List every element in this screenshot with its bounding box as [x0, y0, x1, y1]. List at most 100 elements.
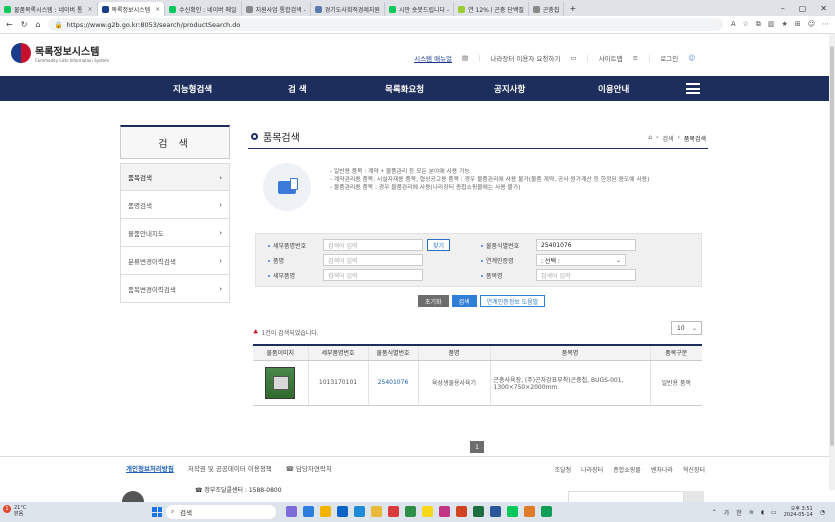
nav-search[interactable]: 검 색 [288, 83, 307, 95]
refresh-icon[interactable]: ↻ [21, 20, 28, 29]
favorites-bar-icon[interactable]: ★ [782, 20, 788, 29]
vertical-scrollbar[interactable] [829, 34, 835, 490]
related-site-link[interactable]: 종합쇼핑몰 [613, 465, 641, 474]
find-button[interactable]: 찾기 [427, 239, 450, 251]
ime-indicator[interactable]: 가 [724, 508, 730, 517]
reset-button[interactable]: 초기화 [418, 295, 449, 307]
app-icon[interactable] [439, 506, 450, 517]
close-icon[interactable]: × [155, 6, 160, 13]
sidebar-item-item-search[interactable]: 품목검색 › [120, 163, 230, 191]
menu-icon[interactable] [686, 83, 700, 94]
browser-tab[interactable]: 경기도사회적경제지원 [311, 2, 385, 16]
app-icon[interactable] [337, 506, 348, 517]
link-cert-select[interactable]: : 선택 : ⌄ [536, 254, 626, 266]
app-icon[interactable] [303, 506, 314, 517]
more-icon[interactable]: ⋯ [822, 20, 829, 29]
browser-tab[interactable]: 지원사업 통합검색 - [242, 2, 311, 16]
browser-tab[interactable]: 연 12%ㅣ곤충 단백질 [454, 2, 529, 16]
contact-link[interactable]: ☎ 담당자연락처 [286, 463, 332, 473]
home-icon[interactable]: ⌂ [648, 134, 652, 143]
profile-icon[interactable]: ☺ [808, 20, 815, 29]
favorite-icon[interactable]: ☆ [743, 20, 749, 29]
table-row[interactable]: 1013170101 25401076 육성생물용사육기 곤충사육장, (주)곤… [253, 360, 702, 406]
nav-intelligent-search[interactable]: 지능형검색 [173, 83, 212, 95]
sidebar-item-product-map[interactable]: 물품안내지도 › [120, 219, 230, 247]
notification-icon[interactable]: ◔ [820, 509, 825, 516]
back-icon[interactable]: ← [6, 20, 13, 29]
page-size-select[interactable]: 10 ⌄ [671, 321, 702, 335]
extension-icon[interactable]: ⧉ [756, 20, 761, 29]
app-icon[interactable] [524, 506, 535, 517]
app-icon[interactable] [405, 506, 416, 517]
collections-icon[interactable]: ⊞ [795, 20, 801, 29]
nav-guide[interactable]: 이용안내 [598, 83, 629, 95]
related-site-link[interactable]: 조달청 [555, 465, 572, 474]
product-id-input[interactable]: 25401076 [536, 239, 636, 251]
related-site-link[interactable]: 혁신장터 [683, 465, 705, 474]
system-manual-link[interactable]: 시스템 매뉴얼 [414, 53, 452, 63]
speaker-icon[interactable]: ◖ [761, 509, 764, 516]
powerpoint-icon[interactable] [456, 506, 467, 517]
split-screen-icon[interactable]: ▥ [768, 20, 775, 29]
browser-tab[interactable]: 곤충칩 [529, 2, 565, 16]
nav-catalog-request[interactable]: 목록화요청 [385, 83, 424, 95]
browser-tab-bar: 물품목록시스템 : 네이버 통 × 목록정보시스템 × 수신확인 : 네이버 메… [0, 0, 835, 16]
close-icon[interactable]: × [87, 6, 92, 13]
clock[interactable]: 오후 3:51 2024-05-14 [784, 506, 813, 518]
page-button[interactable]: 1 [470, 441, 484, 453]
close-window-icon[interactable]: ✕ [820, 4, 827, 13]
site-logo[interactable]: 목록정보시스템 Commodity Lists Information Syst… [11, 43, 109, 63]
browser-tab[interactable]: 수신확인 : 네이버 메일 [165, 2, 242, 16]
copyright-policy-link[interactable]: 저작권 및 공공데이터 이용정책 [188, 463, 272, 473]
login-link[interactable]: 로그인 [660, 53, 678, 63]
breadcrumb-item[interactable]: 검색 [662, 134, 673, 143]
related-site-link[interactable]: 나라장터 [581, 465, 603, 474]
folder-icon[interactable] [320, 506, 331, 517]
tab-label: 물품목록시스템 : 네이버 통 [14, 6, 83, 14]
link-cert-help-button[interactable]: 연계인증정보 도움말 [479, 295, 546, 307]
edge-browser-icon[interactable] [541, 506, 552, 517]
nav-notice[interactable]: 공지사항 [494, 83, 525, 95]
item-name-input[interactable]: 검색어 입력 [536, 269, 636, 281]
wifi-icon[interactable]: ≋ [749, 509, 754, 516]
home-icon[interactable]: ⌂ [35, 20, 40, 29]
windows-start-icon[interactable] [152, 507, 162, 517]
sidebar-item-item-history[interactable]: 품목변경이력검색 › [120, 275, 230, 303]
search-button[interactable]: 검색 [451, 295, 477, 307]
chevron-up-icon[interactable]: ⌃ [712, 509, 717, 516]
lock-icon: 🔒 [54, 20, 63, 29]
product-thumbnail[interactable] [265, 366, 296, 399]
ime-mode-indicator[interactable]: 한 [736, 508, 742, 517]
minimize-icon[interactable]: – [781, 4, 785, 13]
new-tab-icon[interactable]: + [564, 4, 581, 13]
browser-tab-active[interactable]: 목록정보시스템 × [97, 2, 166, 16]
detail-name-input[interactable]: 검색어 입력 [323, 269, 423, 281]
sidebar-item-name-search[interactable]: 품명검색 › [120, 191, 230, 219]
sitemap-link[interactable]: 사이트맵 [599, 53, 623, 63]
read-aloud-icon[interactable]: A [731, 20, 736, 29]
user-request-link[interactable]: 나라장터 이용자 요청하기 [490, 53, 560, 63]
taskbar-search[interactable]: ⌕ 검색 [166, 505, 276, 519]
app-icon[interactable] [354, 506, 365, 517]
sidebar-item-class-history[interactable]: 분류변경이력검색 › [120, 247, 230, 275]
app-icon[interactable] [371, 506, 382, 517]
notification-badge[interactable]: 1 [3, 505, 11, 513]
browser-tab[interactable]: 시만 숏붓드립니다 - [385, 2, 455, 16]
url-field[interactable]: 🔒 https://www.g2b.go.kr:8053/search/prod… [48, 18, 723, 31]
chat-app-icon[interactable] [422, 506, 433, 517]
detail-no-input[interactable]: 검색어 입력 [323, 239, 423, 251]
product-id-link[interactable]: 25401076 [368, 360, 419, 406]
naver-icon[interactable] [507, 506, 518, 517]
browser-tab[interactable]: 물품목록시스템 : 네이버 통 × [0, 2, 98, 16]
privacy-policy-link[interactable]: 개인정보처리방침 [126, 463, 174, 473]
word-icon[interactable] [490, 506, 501, 517]
related-site-link[interactable]: 벤처나라 [651, 465, 673, 474]
maximize-icon[interactable]: ▢ [799, 4, 807, 13]
battery-icon[interactable]: ▭ [771, 509, 777, 516]
app-icon[interactable] [286, 506, 297, 517]
app-icon[interactable] [388, 506, 399, 517]
scrollbar-thumb[interactable] [830, 46, 834, 446]
name-input[interactable]: 검색어 입력 [323, 254, 423, 266]
excel-icon[interactable] [473, 506, 484, 517]
weather-widget[interactable]: 21°C 맑음 [14, 505, 26, 517]
